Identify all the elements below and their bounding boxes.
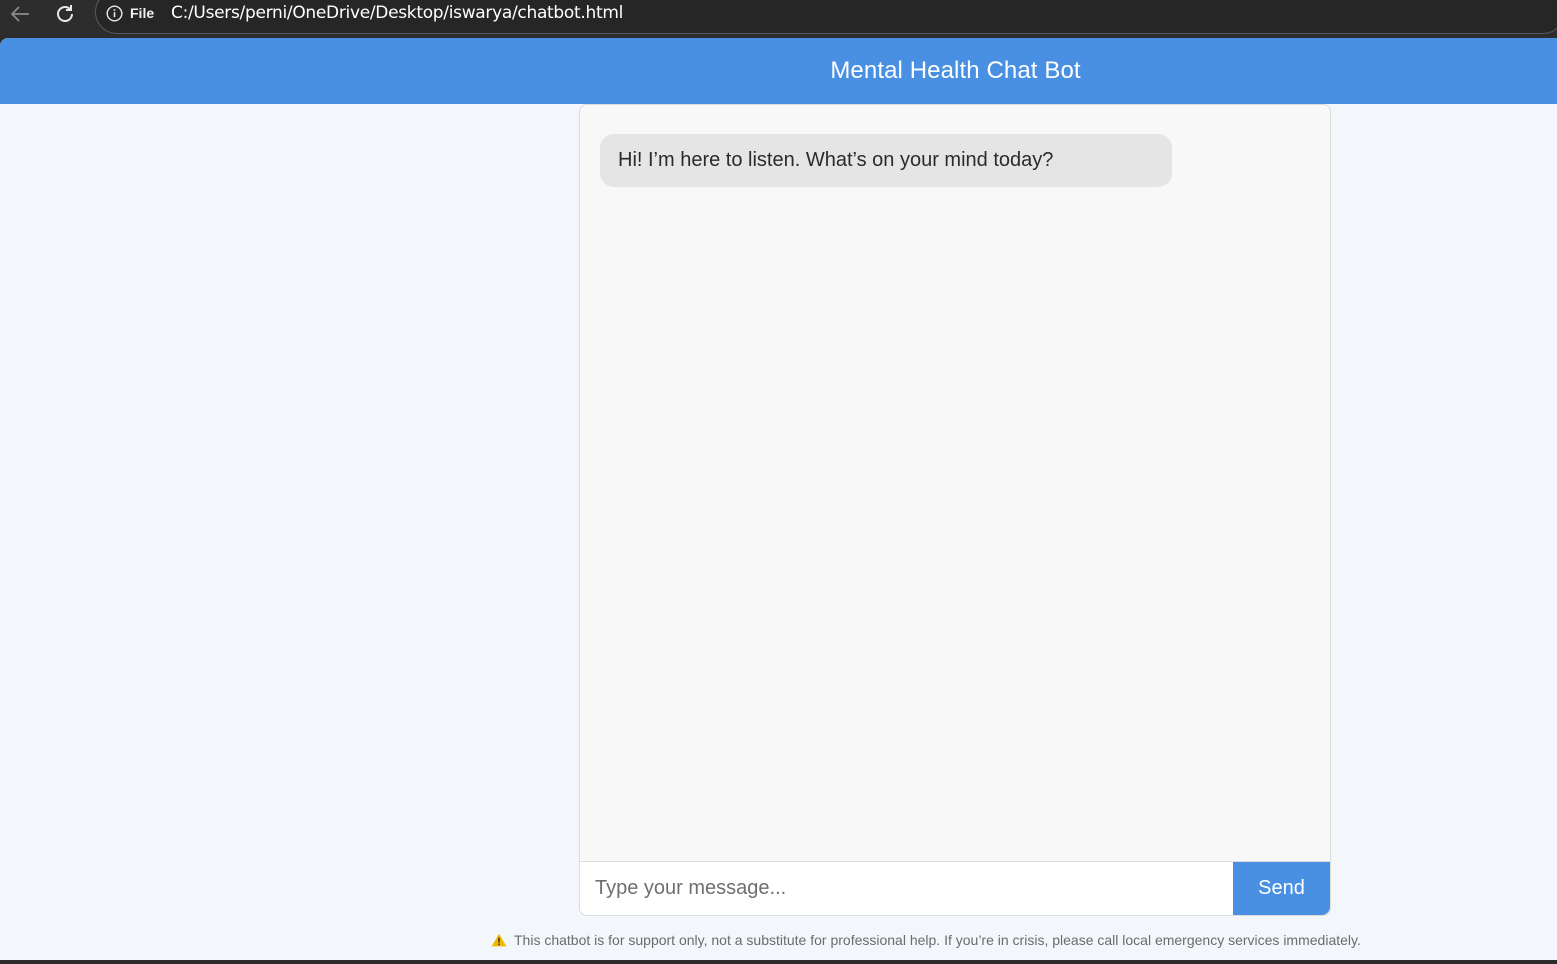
scheme-label: File (130, 5, 155, 21)
back-arrow-icon[interactable] (6, 0, 34, 28)
page: Mental Health Chat Bot Hi! I’m here to l… (0, 38, 1557, 960)
url-text[interactable]: C:/Users/perni/OneDrive/Desktop/iswarya/… (171, 2, 623, 24)
app-header: Mental Health Chat Bot (0, 38, 1557, 104)
site-info-icon[interactable] (106, 5, 123, 22)
chat-window: Hi! I’m here to listen. What’s on your m… (579, 104, 1331, 916)
warning-icon (491, 933, 507, 947)
send-button[interactable]: Send (1233, 862, 1330, 915)
message-input[interactable] (580, 862, 1233, 915)
disclaimer: This chatbot is for support only, not a … (491, 932, 1361, 948)
reload-icon[interactable] (51, 0, 79, 28)
composer: Send (580, 861, 1330, 915)
disclaimer-text: This chatbot is for support only, not a … (514, 932, 1361, 948)
page-title: Mental Health Chat Bot (830, 57, 1081, 84)
browser-toolbar: File C:/Users/perni/OneDrive/Desktop/isw… (0, 0, 1557, 38)
window-bottom-edge (0, 960, 1557, 964)
bot-message: Hi! I’m here to listen. What’s on your m… (600, 134, 1172, 187)
